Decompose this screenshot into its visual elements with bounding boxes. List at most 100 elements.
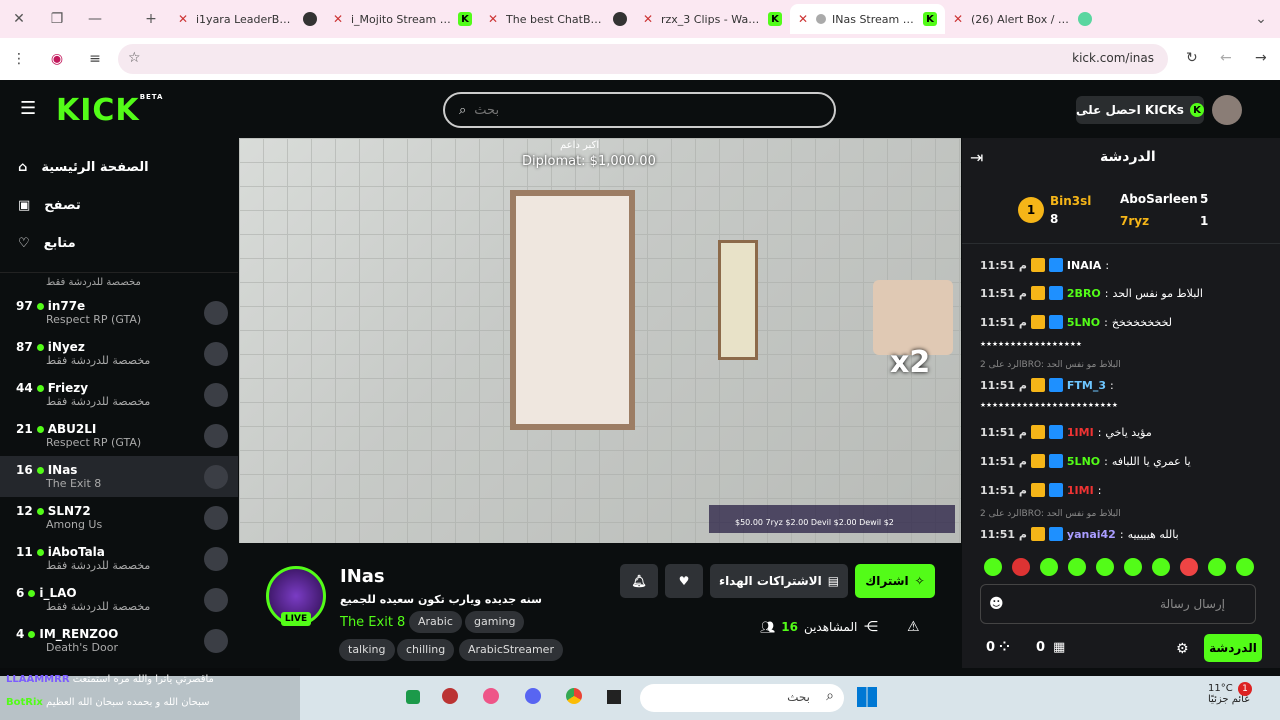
chat-settings-gear-icon[interactable]: ⚙ <box>1176 641 1189 657</box>
chat-input[interactable]: ☻ إرسال رسالة <box>980 584 1256 624</box>
chat-username[interactable]: 1IMI <box>1067 426 1094 439</box>
tag-talking[interactable]: talking <box>339 639 395 661</box>
streamer-name[interactable]: INas <box>340 566 385 587</box>
menu-dots-icon[interactable]: ⋮ <box>0 40 38 78</box>
hamburger-menu-icon[interactable]: ☰ <box>20 100 38 118</box>
taskbar-search[interactable]: بحث ⌕ <box>640 684 844 712</box>
nav-browse[interactable]: ▣ تصفح <box>0 186 238 224</box>
tag-arabicstreamer[interactable]: ArabicStreamer <box>459 639 563 661</box>
reload-icon[interactable]: ↻ <box>1186 50 1198 66</box>
share-icon[interactable]: ⋲ <box>864 619 878 635</box>
chat-message[interactable]: 11:51 م 1IMI: <box>980 483 1105 497</box>
back-icon[interactable]: → <box>1255 50 1267 66</box>
report-warning-icon[interactable]: ⚠ <box>907 619 920 635</box>
chat-username[interactable]: 2BRO <box>1067 287 1101 300</box>
kick-logo[interactable]: KICKBETA <box>56 93 163 128</box>
taskbar-app-icon[interactable] <box>406 690 420 704</box>
notification-bell-button[interactable]: 🔔︎ <box>620 564 658 598</box>
emote-icon[interactable] <box>1096 558 1114 576</box>
chat-username[interactable]: 5LNO <box>1067 316 1100 329</box>
sidebar-channel[interactable]: 6 i_LAO مخصصة للدردشة فقط <box>0 579 238 620</box>
gift-badge-icon <box>1048 286 1063 300</box>
url-field[interactable]: ☆ kick.com/inas <box>118 44 1168 74</box>
collapse-chat-icon[interactable]: ⇥ <box>970 148 983 167</box>
emote-icon[interactable] <box>1012 558 1030 576</box>
taskbar-app-icon[interactable] <box>483 688 499 704</box>
taskbar-app-icon[interactable] <box>442 688 458 704</box>
sidebar-channel[interactable]: 12 SLN72 Among Us <box>0 497 238 538</box>
follow-heart-button[interactable]: ♥ <box>665 564 703 598</box>
bookmark-star-icon[interactable]: ☆ <box>128 50 141 66</box>
chat-username[interactable]: INAIA <box>1067 259 1101 272</box>
browser-tab[interactable]: ✕i_Mojito Stream - WaK <box>325 4 480 34</box>
nav-following[interactable]: ♡ متابع <box>0 224 238 262</box>
tag-chilling[interactable]: chilling <box>397 639 455 661</box>
nav-home[interactable]: ⌂ الصفحة الرئيسية <box>0 148 238 186</box>
sidebar-channel[interactable]: 44 Friezy مخصصة للدردشة فقط <box>0 374 238 415</box>
sparkle-icon: ✧ <box>914 574 925 588</box>
emote-icon[interactable] <box>1040 558 1058 576</box>
chat-username[interactable]: 1IMI <box>1067 484 1094 497</box>
emote-icon[interactable] <box>1236 558 1254 576</box>
sidebar-channel[interactable]: 4 IM_RENZOO Death's Door <box>0 620 238 661</box>
gift-leaderboard: 1 Bin3sl 8 AboSarleen 5 7ryz 1 <box>962 182 1280 244</box>
windows-start-icon[interactable] <box>857 687 877 707</box>
chat-message[interactable]: 11:51 م 5LNO: لخخخخخخخخ <box>980 315 1172 329</box>
sidebar-channel[interactable]: 87 iNyez مخصصة للدردشة فقط <box>0 333 238 374</box>
sidebar-channel[interactable]: 16 INas The Exit 8 <box>0 456 238 497</box>
chrome-icon[interactable] <box>566 688 582 704</box>
close-window-icon[interactable]: ✕ <box>0 0 38 38</box>
gift-subs-button[interactable]: الاشتراكات الهداء ▤ <box>710 564 848 598</box>
chat-message[interactable]: 11:51 م 2BRO: البلاط مو نفس الحد <box>980 286 1203 300</box>
subscribe-button[interactable]: اشتراك ✧ <box>855 564 935 598</box>
profile-icon[interactable]: ◉ <box>38 40 76 78</box>
discord-icon[interactable] <box>525 688 541 704</box>
chat-username[interactable]: yanai42 <box>1067 528 1116 541</box>
new-tab-icon[interactable]: + <box>132 0 170 38</box>
chat-username[interactable]: 5LNO <box>1067 455 1100 468</box>
live-dot-icon <box>36 384 44 392</box>
emote-icon[interactable] <box>1208 558 1226 576</box>
sub-badge-icon <box>1030 425 1045 439</box>
browser-tab-active[interactable]: ✕INas Stream - WaK <box>790 4 945 34</box>
browser-tab[interactable]: ✕(26) Alert Box / Strea <box>945 4 1100 34</box>
minimize-window-icon[interactable]: — <box>76 0 114 38</box>
emote-icon[interactable] <box>984 558 1002 576</box>
channel-points[interactable]: 0 ⁘ <box>986 640 1010 655</box>
chat-message[interactable]: ٭٭٭٭٭٭٭٭٭٭٭٭٭٭٭٭٭٭٭٭٭٭٭ <box>980 398 1118 411</box>
gift-count[interactable]: 0 ▦ <box>1036 640 1065 655</box>
chat-message[interactable]: 11:51 م INAIA: <box>980 258 1113 272</box>
emote-icon[interactable] <box>1068 558 1086 576</box>
user-avatar[interactable] <box>1212 95 1242 125</box>
emote-bar <box>984 558 1264 578</box>
chat-message[interactable]: 11:51 م FTM_3: <box>980 378 1118 392</box>
get-kicks-button[interactable]: احصل على KICKs K <box>1076 96 1204 124</box>
chat-text: يا عمري يا اللبافه <box>1111 454 1191 468</box>
search-bar[interactable]: ⌕ <box>443 92 836 128</box>
browser-tab[interactable]: ✕rzx_3 Clips - Watch LiK <box>635 4 790 34</box>
chat-username[interactable]: FTM_3 <box>1067 379 1106 392</box>
browser-tab[interactable]: ✕i1yara LeaderBoard | <box>170 4 325 34</box>
sidebar-channel[interactable]: 11 iAboTala مخصصة للدردشة فقط <box>0 538 238 579</box>
sidebar-channel[interactable]: 97 in77e Respect RP (GTA) <box>0 292 238 333</box>
chat-message[interactable]: 11:51 م 1IMI: مؤيد ياخي <box>980 425 1152 439</box>
forward-icon[interactable]: ← <box>1220 50 1232 66</box>
stream-category-link[interactable]: The Exit 8 <box>340 615 405 630</box>
chat-send-button[interactable]: الدردشة <box>1204 634 1262 662</box>
restore-window-icon[interactable]: ❐ <box>38 0 76 38</box>
tab-search-chevron-icon[interactable]: ⌄ <box>1242 0 1280 38</box>
emote-icon[interactable] <box>1152 558 1170 576</box>
chat-message[interactable]: 11:51 م yanai42: بالله هيييييه <box>980 527 1179 541</box>
tag-arabic[interactable]: Arabic <box>409 611 462 633</box>
emote-icon[interactable] <box>1124 558 1142 576</box>
media-control-icon[interactable]: ≡ <box>76 40 114 78</box>
taskbar-app-icon[interactable] <box>607 690 621 704</box>
search-input[interactable] <box>474 102 820 118</box>
emote-icon[interactable] <box>1180 558 1198 576</box>
browser-tab[interactable]: ✕The best ChatBot and <box>480 4 635 34</box>
tag-gaming[interactable]: gaming <box>465 611 525 633</box>
chat-message[interactable]: ٭٭٭٭٭٭٭٭٭٭٭٭٭٭٭٭٭ <box>980 337 1082 350</box>
sidebar-channel[interactable]: 21 ABU2LI Respect RP (GTA) <box>0 415 238 456</box>
chat-message[interactable]: 11:51 م 5LNO: يا عمري يا اللبافه <box>980 454 1191 468</box>
emoji-picker-icon[interactable]: ☻ <box>989 596 1004 612</box>
